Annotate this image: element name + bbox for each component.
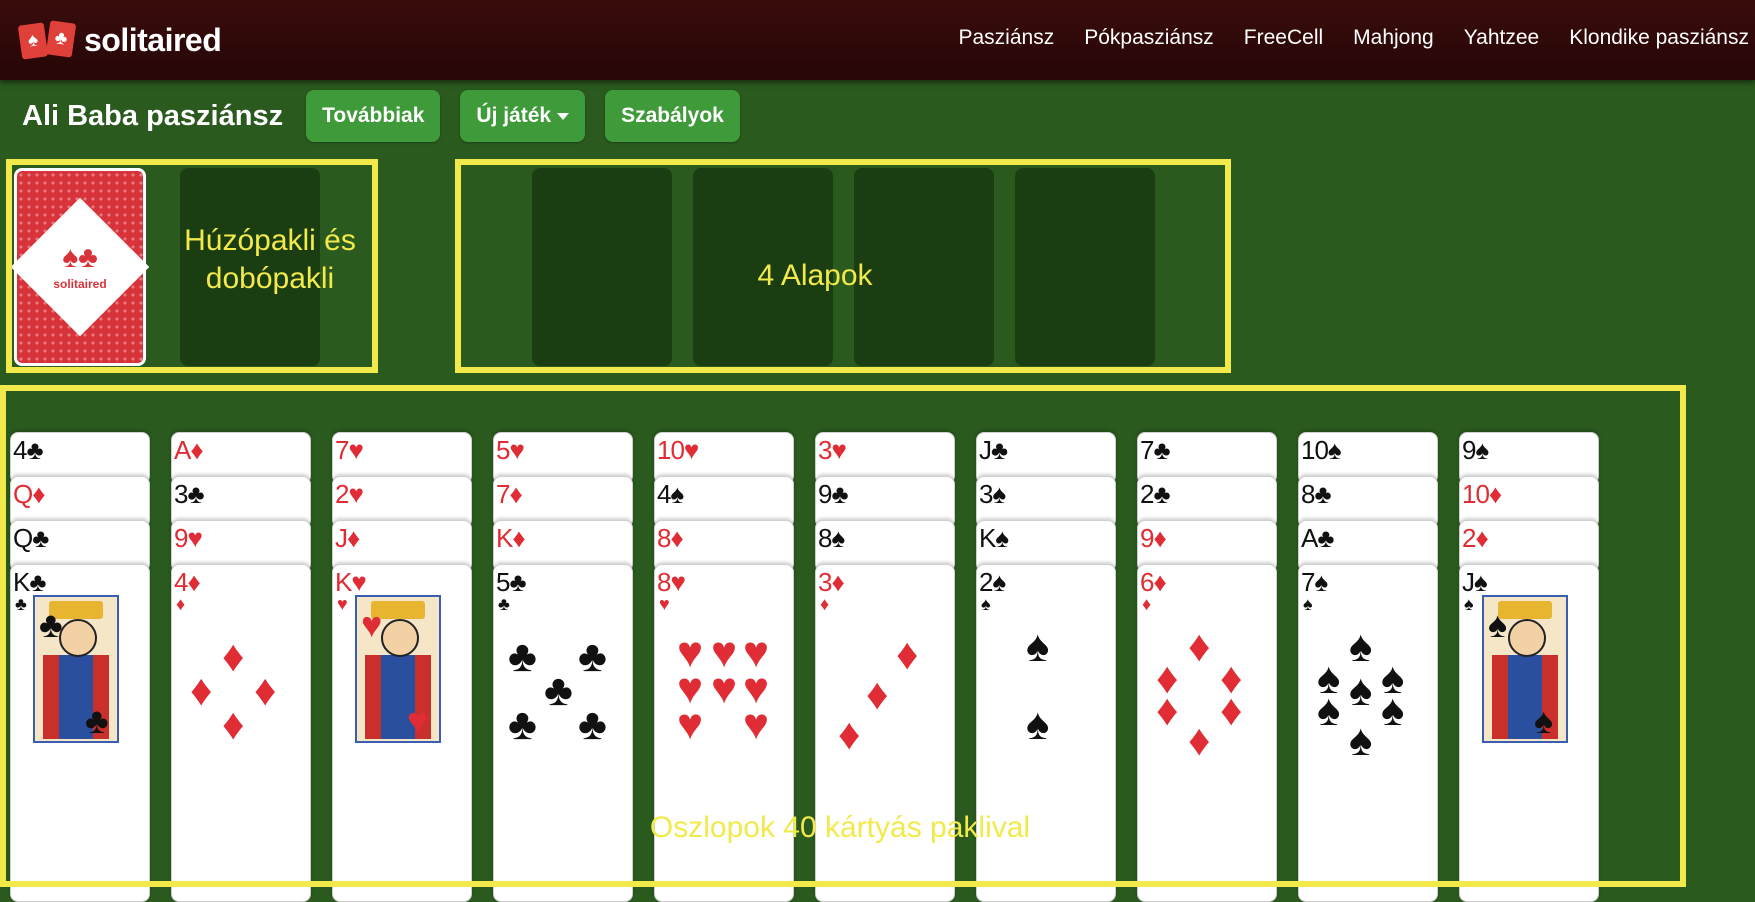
stock-label-line2: dobópakli: [205, 262, 335, 295]
nav-link-klondike[interactable]: Klondike pasziánsz: [1569, 26, 1749, 50]
caret-down-icon: [557, 112, 570, 120]
nav-link-freecell[interactable]: FreeCell: [1244, 26, 1323, 50]
main-nav: Pasziánsz Pókpasziánsz FreeCell Mahjong …: [929, 26, 1750, 50]
logo-text: solitaired: [84, 21, 222, 58]
new-game-button[interactable]: Új játék: [460, 90, 586, 142]
nav-link-yahtzee[interactable]: Yahtzee: [1464, 26, 1540, 50]
page-title: Ali Baba pasziánsz: [22, 99, 284, 132]
stock-waste-label: Húzópakli és dobópakli: [160, 222, 380, 298]
more-button-label: Továbbiak: [322, 104, 425, 127]
site-logo[interactable]: ♠ ♣ solitaired: [17, 20, 222, 60]
new-game-label: Új játék: [476, 104, 552, 127]
more-button[interactable]: Továbbiak: [306, 90, 441, 142]
game-toolbar: Ali Baba pasziánsz Továbbiak Új játék Sz…: [22, 88, 760, 144]
rules-button-label: Szabályok: [621, 104, 724, 127]
nav-link-solitaire[interactable]: Pasziánsz: [959, 26, 1055, 50]
tableau-label: Oszlopok 40 kártyás paklival: [649, 811, 1031, 844]
nav-link-mahjong[interactable]: Mahjong: [1353, 26, 1434, 50]
nav-link-spider[interactable]: Pókpasziánsz: [1084, 26, 1214, 50]
top-navigation-bar: ♠ ♣ solitaired Pasziánsz Pókpasziánsz Fre…: [0, 0, 1755, 80]
logo-cards-icon: ♠ ♣: [17, 20, 78, 60]
rules-button[interactable]: Szabályok: [605, 90, 740, 142]
stock-label-line1: Húzópakli és: [184, 224, 356, 257]
foundations-label: 4 Alapok: [757, 259, 873, 292]
